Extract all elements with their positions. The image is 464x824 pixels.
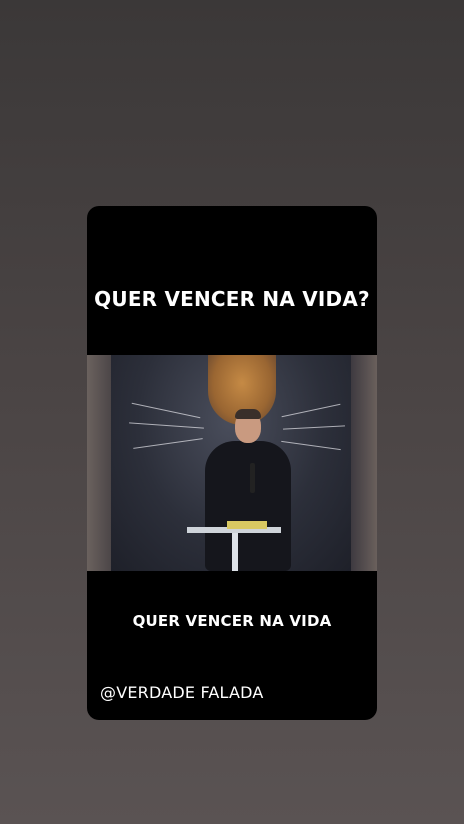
story-card[interactable]: QUER VENCER NA VIDA? QUER VENCER NA VIDA… (87, 206, 377, 720)
whisker (281, 403, 341, 418)
story-caption: QUER VENCER NA VIDA (132, 612, 332, 630)
wall-right (351, 355, 377, 571)
microphone-icon (250, 463, 255, 493)
book (227, 521, 267, 529)
whisker (133, 438, 203, 449)
speaker-hair (235, 409, 261, 419)
wall-left (87, 355, 111, 571)
video-frame[interactable] (87, 355, 377, 571)
podium-leg (232, 533, 238, 571)
whisker (131, 402, 201, 419)
speaker-body (205, 441, 291, 571)
whisker (281, 440, 341, 451)
whisker (283, 425, 345, 430)
story-title: QUER VENCER NA VIDA? (94, 287, 370, 311)
account-handle[interactable]: @VERDADE FALADA (100, 683, 264, 702)
whisker (129, 422, 204, 429)
